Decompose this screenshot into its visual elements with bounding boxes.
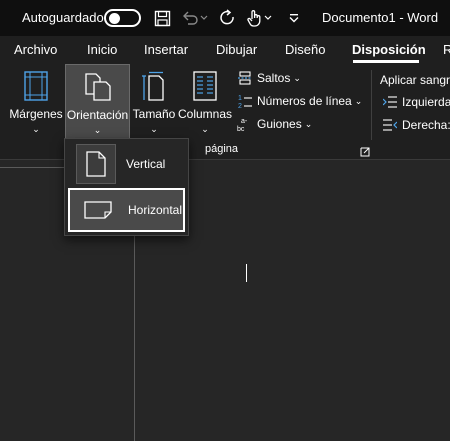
tab-diseno[interactable]: Diseño	[285, 42, 325, 57]
orientation-icon	[83, 71, 113, 103]
undo-icon[interactable]	[180, 8, 200, 28]
hyphenation-label: Guiones	[257, 117, 302, 131]
hyphenation-button[interactable]: a-bc Guiones ⌄	[237, 114, 312, 134]
tab-dibujar[interactable]: Dibujar	[216, 42, 257, 57]
tab-archivo[interactable]: Archivo	[14, 42, 57, 57]
orientation-label: Orientación	[66, 108, 129, 122]
menu-item-horizontal-label: Horizontal	[128, 203, 183, 217]
margins-label: Márgenes	[9, 107, 63, 121]
chevron-down-icon: ⌄	[32, 124, 40, 134]
undo-dropdown-icon[interactable]	[198, 8, 210, 28]
document-title: Documento1 - Word	[322, 10, 439, 25]
autosave-toggle[interactable]	[104, 9, 141, 27]
svg-text:a-: a-	[241, 118, 248, 125]
portrait-page-icon	[76, 144, 116, 184]
breaks-label: Saltos	[257, 71, 291, 85]
chevron-down-icon: ⌄	[293, 72, 301, 83]
indent-right-field[interactable]: Derecha:	[382, 115, 450, 135]
ribbon-tabs: Archivo Inicio Insertar Dibujar Diseño D…	[0, 36, 450, 64]
line-numbers-icon: 12	[237, 93, 253, 109]
menu-item-horizontal[interactable]: Horizontal	[68, 188, 185, 232]
svg-text:bc: bc	[237, 126, 245, 132]
chevron-down-icon: ⌄	[201, 124, 209, 134]
autosave-label: Autoguardado	[22, 10, 104, 25]
tab-insertar[interactable]: Insertar	[144, 42, 188, 57]
breaks-button[interactable]: Saltos ⌄	[237, 68, 301, 88]
indent-title: Aplicar sangrí	[380, 73, 450, 87]
tab-inicio[interactable]: Inicio	[87, 42, 117, 57]
size-button[interactable]: Tamaño ⌄	[131, 64, 177, 142]
indent-right-label: Derecha:	[402, 118, 450, 132]
title-bar: Autoguardado Documento1 - Word	[0, 0, 450, 36]
columns-button[interactable]: Columnas ⌄	[177, 64, 233, 142]
dialog-launcher-icon[interactable]	[360, 144, 370, 157]
chevron-down-icon: ⌄	[354, 95, 363, 106]
indent-left-field[interactable]: Izquierda:	[382, 92, 450, 112]
margins-icon	[21, 70, 51, 102]
indent-right-icon	[382, 117, 398, 133]
indent-left-label: Izquierda:	[402, 95, 450, 109]
size-icon	[139, 70, 169, 102]
chevron-down-icon: ⌄	[304, 118, 313, 129]
landscape-page-icon	[78, 190, 118, 230]
chevron-down-icon: ⌄	[93, 125, 102, 135]
size-label: Tamaño	[132, 107, 176, 121]
save-icon[interactable]	[152, 8, 172, 28]
svg-text:1: 1	[238, 95, 242, 102]
orientation-button[interactable]: Orientación ⌄	[65, 64, 130, 142]
customize-icon[interactable]	[284, 8, 304, 28]
toggle-knob	[109, 13, 120, 24]
hyphenation-icon: a-bc	[237, 116, 253, 132]
touch-dropdown-icon[interactable]	[262, 8, 274, 28]
chevron-down-icon: ⌄	[150, 124, 158, 134]
tab-disposicion[interactable]: Disposición	[352, 42, 426, 57]
breaks-icon	[237, 70, 253, 86]
page-setup-group-label: página	[205, 143, 239, 155]
menu-item-vertical-label: Vertical	[126, 157, 166, 171]
redo-icon[interactable]	[218, 8, 238, 28]
line-numbers-button[interactable]: 12 Números de línea ⌄	[237, 91, 362, 111]
line-numbers-label: Números de línea	[257, 94, 352, 108]
menu-item-vertical[interactable]: Vertical	[68, 142, 185, 186]
columns-label: Columnas	[177, 107, 233, 121]
indent-left-icon	[382, 94, 398, 110]
tab-referencias[interactable]: R	[443, 42, 450, 57]
active-tab-indicator	[353, 60, 419, 63]
touch-mode-icon[interactable]	[244, 8, 264, 28]
svg-text:2: 2	[238, 103, 242, 109]
group-divider	[371, 70, 372, 140]
columns-icon	[190, 70, 220, 102]
margins-button[interactable]: Márgenes ⌄	[6, 64, 66, 142]
text-cursor	[246, 264, 247, 282]
orientation-menu: Vertical Horizontal	[64, 138, 189, 236]
